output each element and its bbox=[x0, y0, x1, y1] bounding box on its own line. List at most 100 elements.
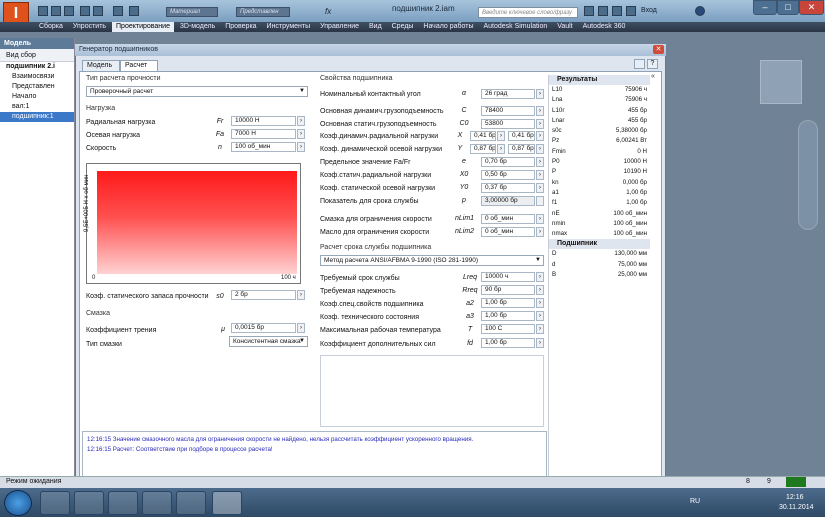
open-icon[interactable] bbox=[51, 6, 61, 16]
life-arrow[interactable]: › bbox=[536, 285, 544, 295]
tab-get-started[interactable]: Начало работы bbox=[419, 22, 477, 32]
binoculars-icon[interactable] bbox=[584, 6, 594, 16]
property-arrow[interactable]: › bbox=[536, 157, 544, 167]
property-input[interactable]: 0,41 бр bbox=[470, 131, 496, 141]
property-input-2[interactable]: 0,87 бр bbox=[508, 144, 535, 154]
property-input[interactable]: 0,70 бр bbox=[481, 157, 535, 167]
navigation-bar[interactable] bbox=[798, 120, 818, 230]
tree-item-root[interactable]: подшипник 2.i bbox=[0, 62, 74, 72]
life-arrow[interactable]: › bbox=[536, 338, 544, 348]
property-input[interactable]: 0,50 бр bbox=[481, 170, 535, 180]
search-input[interactable]: Введите ключевое слово/фразу bbox=[478, 7, 578, 18]
axial-load-arrow[interactable]: › bbox=[297, 129, 305, 139]
ie-icon[interactable] bbox=[40, 491, 70, 515]
property-arrow[interactable]: › bbox=[536, 170, 544, 180]
property-input[interactable]: 0 об_мин bbox=[481, 227, 535, 237]
life-arrow[interactable]: › bbox=[536, 324, 544, 334]
model-browser-title[interactable]: Модель bbox=[0, 38, 74, 49]
collapse-results-icon[interactable]: « bbox=[651, 73, 661, 81]
tree-item-shaft[interactable]: вал:1 bbox=[0, 102, 74, 112]
media-icon[interactable] bbox=[108, 491, 138, 515]
strength-type-select[interactable]: Проверочный расчет ▼ bbox=[86, 86, 308, 97]
help-icon[interactable] bbox=[695, 6, 705, 16]
feed-icon[interactable] bbox=[598, 6, 608, 16]
life-input[interactable]: 1,00 бр bbox=[481, 298, 535, 308]
static-safety-input[interactable]: 2 бр bbox=[231, 290, 296, 300]
save-icon[interactable] bbox=[64, 6, 74, 16]
property-input-2[interactable]: 0,41 бр bbox=[508, 131, 535, 141]
friction-arrow[interactable]: › bbox=[297, 323, 305, 333]
life-input[interactable]: 1,00 бр bbox=[481, 311, 535, 321]
property-arrow[interactable]: › bbox=[536, 119, 544, 129]
property-input[interactable]: 0 об_мин bbox=[481, 214, 535, 224]
tree-item-bearing[interactable]: подшипник:1 bbox=[0, 112, 74, 122]
property-arrow[interactable]: › bbox=[536, 131, 544, 141]
user-icon[interactable] bbox=[626, 6, 636, 16]
property-arrow[interactable]: › bbox=[536, 144, 544, 154]
redo-icon[interactable] bbox=[93, 6, 103, 16]
tab-calculation[interactable]: Расчет bbox=[120, 60, 158, 71]
presentation-icon[interactable] bbox=[176, 491, 206, 515]
life-arrow[interactable]: › bbox=[536, 298, 544, 308]
minimize-button[interactable]: – bbox=[753, 0, 777, 15]
report-icon[interactable] bbox=[634, 59, 645, 69]
tab-view[interactable]: Вид bbox=[365, 22, 386, 32]
tab-autodesk-360[interactable]: Autodesk 360 bbox=[579, 22, 630, 32]
static-safety-arrow[interactable]: › bbox=[297, 290, 305, 300]
life-input[interactable]: 90 бр bbox=[481, 285, 535, 295]
property-arrow[interactable]: › bbox=[497, 144, 505, 154]
start-button[interactable] bbox=[4, 490, 32, 516]
radial-load-input[interactable]: 10000 Н bbox=[231, 116, 296, 126]
property-input[interactable]: 0,37 бр bbox=[481, 183, 535, 193]
life-method-select[interactable]: Метод расчета ANSI/AFBMA 9-1990 (ISO 281… bbox=[320, 255, 544, 266]
tab-inspect[interactable]: Проверка bbox=[221, 22, 260, 32]
select-icon[interactable] bbox=[113, 6, 123, 16]
speed-arrow[interactable]: › bbox=[297, 142, 305, 152]
friction-input[interactable]: 0,0015 бр bbox=[231, 323, 296, 333]
help-icon[interactable]: ? bbox=[647, 59, 658, 69]
login-link[interactable]: Вход bbox=[641, 7, 657, 14]
tab-simplify[interactable]: Упростить bbox=[69, 22, 110, 32]
explorer-icon[interactable] bbox=[74, 491, 104, 515]
maximize-button[interactable]: □ bbox=[777, 0, 799, 15]
inventor-task-icon[interactable] bbox=[212, 491, 242, 515]
property-input[interactable]: 3,00000 бр bbox=[481, 196, 535, 206]
dialog-close-button[interactable]: ✕ bbox=[653, 45, 664, 54]
clock-time[interactable]: 12:16 bbox=[786, 494, 804, 501]
lubrication-type-select[interactable]: Консистентная смазка ▼ bbox=[229, 336, 308, 347]
property-input[interactable]: 53800 bbox=[481, 119, 535, 129]
undo-icon[interactable] bbox=[80, 6, 90, 16]
representation-dropdown[interactable]: Представлен bbox=[236, 7, 290, 17]
tab-simulation[interactable]: Autodesk Simulation bbox=[479, 22, 551, 32]
word-icon[interactable] bbox=[142, 491, 172, 515]
property-arrow[interactable]: › bbox=[497, 131, 505, 141]
tab-environments[interactable]: Среды bbox=[388, 22, 418, 32]
life-input[interactable]: 100 C bbox=[481, 324, 535, 334]
language-indicator[interactable]: RU bbox=[690, 498, 700, 505]
assembly-view-selector[interactable]: Вид сбор bbox=[0, 49, 74, 62]
tree-item-relations[interactable]: Взаимосвязи bbox=[0, 72, 74, 82]
update-icon[interactable] bbox=[129, 6, 139, 16]
tab-vault[interactable]: Vault bbox=[553, 22, 576, 32]
property-arrow[interactable]: › bbox=[536, 106, 544, 116]
property-arrow[interactable] bbox=[536, 196, 544, 206]
tree-item-origin[interactable]: Начало bbox=[0, 92, 74, 102]
clock-date[interactable]: 30.11.2014 bbox=[779, 504, 814, 511]
tab-model[interactable]: Модель bbox=[82, 60, 120, 71]
tab-assembly[interactable]: Сборка bbox=[35, 22, 67, 32]
property-input[interactable]: 0,87 бр bbox=[470, 144, 496, 154]
new-icon[interactable] bbox=[38, 6, 48, 16]
property-arrow[interactable]: › bbox=[536, 89, 544, 99]
tree-item-representations[interactable]: Представлен bbox=[0, 82, 74, 92]
property-input[interactable]: 26 град bbox=[481, 89, 535, 99]
speed-input[interactable]: 100 об_мин bbox=[231, 142, 296, 152]
material-dropdown[interactable]: Материал bbox=[166, 7, 218, 17]
life-arrow[interactable]: › bbox=[536, 272, 544, 282]
property-arrow[interactable]: › bbox=[536, 227, 544, 237]
close-button[interactable]: ✕ bbox=[799, 0, 824, 15]
life-input[interactable]: 10000 ч bbox=[481, 272, 535, 282]
tab-design[interactable]: Проектирование bbox=[112, 22, 174, 32]
tab-3d-model[interactable]: 3D-модель bbox=[176, 22, 219, 32]
life-arrow[interactable]: › bbox=[536, 311, 544, 321]
radial-load-arrow[interactable]: › bbox=[297, 116, 305, 126]
